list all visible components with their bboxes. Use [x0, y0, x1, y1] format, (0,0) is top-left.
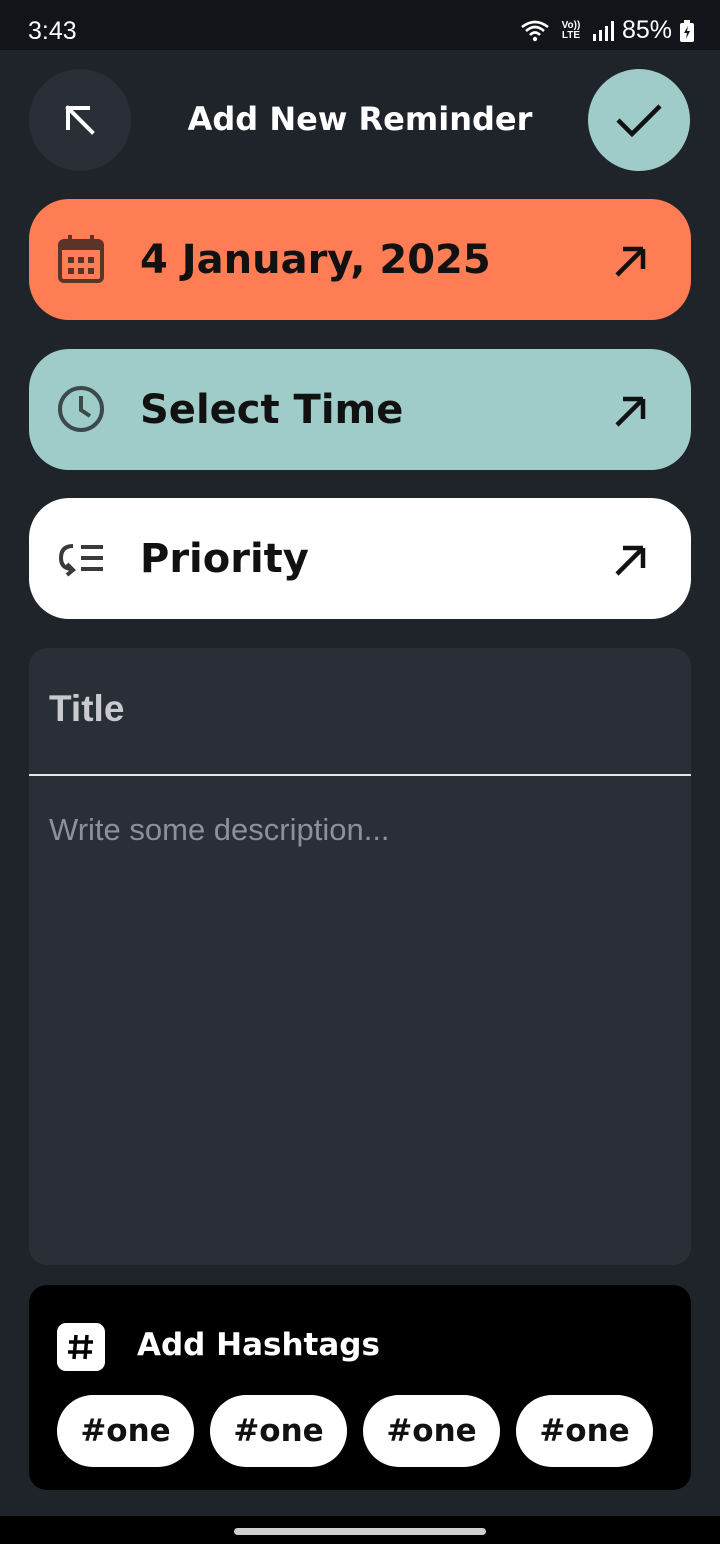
- note-card: Title Write some description...: [29, 648, 691, 1265]
- add-hashtags-button[interactable]: Add Hashtags: [137, 1327, 380, 1363]
- save-button[interactable]: [588, 69, 690, 171]
- hashtags-card: Add Hashtags #one #one #one #one: [29, 1285, 691, 1490]
- back-button[interactable]: [29, 69, 131, 171]
- clock-icon: [58, 386, 104, 432]
- hashtag-chip[interactable]: #one: [516, 1395, 653, 1467]
- title-input[interactable]: Title: [29, 648, 691, 776]
- status-bar: 3:43 Vo)) LTE 85%: [0, 0, 720, 50]
- date-selector[interactable]: 4 January, 2025: [29, 199, 691, 320]
- status-time: 3:43: [28, 17, 77, 45]
- hashtag-chip[interactable]: #one: [210, 1395, 347, 1467]
- signal-icon: [592, 20, 614, 41]
- time-label: Select Time: [140, 386, 404, 433]
- date-label: 4 January, 2025: [140, 236, 491, 283]
- time-selector[interactable]: Select Time: [29, 349, 691, 470]
- title-placeholder: Title: [49, 688, 125, 729]
- page-title: Add New Reminder: [187, 100, 533, 138]
- wifi-icon: [521, 20, 549, 41]
- hashtag-list: #one #one #one #one: [57, 1395, 653, 1467]
- priority-list-icon: [58, 544, 103, 577]
- battery-charging-icon: [680, 19, 694, 42]
- hashtag-icon: [57, 1323, 105, 1371]
- arrow-up-right-icon: [615, 545, 646, 576]
- home-indicator[interactable]: [234, 1528, 486, 1535]
- hashtag-chip[interactable]: #one: [363, 1395, 500, 1467]
- status-icons: Vo)) LTE 85%: [520, 16, 694, 45]
- reminder-screen: Add New Reminder 4 January, 2025 Select …: [0, 50, 720, 1516]
- check-icon: [616, 104, 662, 138]
- navigation-bar: [0, 1516, 720, 1544]
- hashtag-chip[interactable]: #one: [57, 1395, 194, 1467]
- network-type-label: Vo)) LTE: [561, 19, 581, 41]
- arrow-up-left-icon: [65, 105, 95, 135]
- arrow-up-right-icon: [615, 246, 646, 277]
- description-input[interactable]: Write some description...: [29, 778, 691, 1265]
- priority-selector[interactable]: Priority: [29, 498, 691, 619]
- arrow-up-right-icon: [615, 396, 646, 427]
- priority-label: Priority: [140, 535, 309, 582]
- calendar-icon: [58, 235, 104, 283]
- battery-percent: 85%: [621, 16, 672, 44]
- description-placeholder: Write some description...: [49, 812, 390, 847]
